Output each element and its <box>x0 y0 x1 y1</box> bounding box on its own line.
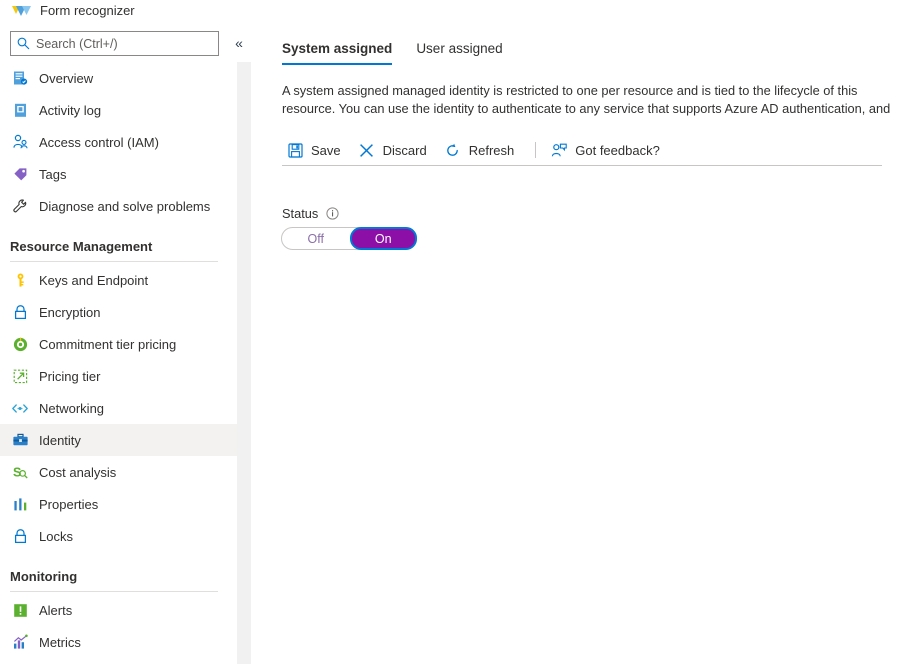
status-toggle[interactable]: Off On <box>281 227 417 250</box>
refresh-button[interactable]: Refresh <box>440 138 524 162</box>
resource-header: Form recognizer <box>0 0 237 20</box>
status-label-row: Status <box>282 206 339 221</box>
search-icon <box>17 37 30 50</box>
tags-icon <box>10 164 30 184</box>
discard-button[interactable]: Discard <box>354 138 436 162</box>
sidebar-item-label: Activity log <box>39 103 101 118</box>
sidebar-scrollbar-track[interactable] <box>237 62 251 664</box>
alerts-icon <box>10 600 30 620</box>
sidebar-item-label: Alerts <box>39 603 72 618</box>
toolbar-divider <box>282 165 882 166</box>
sidebar-section-divider <box>10 591 218 592</box>
sidebar-section-monitoring: Monitoring <box>0 552 237 586</box>
networking-icon <box>10 398 30 418</box>
sidebar-item-activity-log[interactable]: Activity log <box>0 94 237 126</box>
got-feedback-button[interactable]: Got feedback? <box>546 138 669 162</box>
form-recognizer-icon <box>8 0 34 20</box>
save-button[interactable]: Save <box>282 138 350 162</box>
search-input[interactable] <box>36 37 206 51</box>
status-label: Status <box>282 206 318 221</box>
main-content: System assigned User assigned A system as… <box>251 0 902 664</box>
chevron-double-left-icon: « <box>235 36 243 50</box>
sidebar-item-keys-and-endpoint[interactable]: Keys and Endpoint <box>0 264 237 296</box>
access-control-icon <box>10 132 30 152</box>
sidebar-item-label: Tags <box>39 167 66 182</box>
refresh-icon <box>444 141 462 159</box>
resource-sidebar: Form recognizer « Overview Activity log Ac… <box>0 0 251 664</box>
sidebar-item-cost-analysis[interactable]: S Cost analysis <box>0 456 237 488</box>
cost-analysis-icon: S <box>10 462 30 482</box>
sidebar-item-label: Metrics <box>39 635 81 650</box>
sidebar-section-label: Resource Management <box>10 239 152 254</box>
sidebar-item-metrics[interactable]: Metrics <box>0 626 237 658</box>
sidebar-item-commitment-tier-pricing[interactable]: Commitment tier pricing <box>0 328 237 360</box>
sidebar-item-label: Properties <box>39 497 98 512</box>
overview-icon <box>10 68 30 88</box>
sidebar-item-tags[interactable]: Tags <box>0 158 237 190</box>
tab-user-assigned[interactable]: User assigned <box>416 41 502 65</box>
sidebar-item-label: Cost analysis <box>39 465 116 480</box>
sidebar-item-networking[interactable]: Networking <box>0 392 237 424</box>
command-toolbar: Save Discard Refresh <box>282 138 673 162</box>
search-container <box>10 31 219 56</box>
azure-portal-identity-blade: Form recognizer « Overview Activity log Ac… <box>0 0 902 664</box>
description-text: A system assigned managed identity is re… <box>282 82 902 120</box>
tab-system-assigned[interactable]: System assigned <box>282 41 392 65</box>
sidebar-item-label: Access control (IAM) <box>39 135 159 150</box>
close-icon <box>358 141 376 159</box>
info-icon[interactable] <box>326 207 339 220</box>
sidebar-section-resource-management: Resource Management <box>0 222 237 256</box>
status-toggle-off[interactable]: Off <box>282 228 350 249</box>
save-icon <box>286 141 304 159</box>
properties-icon <box>10 494 30 514</box>
activity-log-icon <box>10 100 30 120</box>
locks-icon <box>10 526 30 546</box>
sidebar-item-pricing-tier[interactable]: Pricing tier <box>0 360 237 392</box>
identity-icon <box>10 430 30 450</box>
description-after: . <box>765 119 769 120</box>
metrics-icon <box>10 632 30 652</box>
sidebar-item-label: Pricing tier <box>39 369 100 384</box>
sidebar-item-identity[interactable]: Identity <box>0 424 237 456</box>
sidebar-item-label: Diagnose and solve problems <box>39 199 210 214</box>
sidebar-item-diagnose-and-solve-problems[interactable]: Diagnose and solve problems <box>0 190 237 222</box>
lock-icon <box>10 302 30 322</box>
sidebar-item-label: Keys and Endpoint <box>39 273 148 288</box>
sidebar-section-divider <box>10 261 218 262</box>
sidebar-item-overview[interactable]: Overview <box>0 62 237 94</box>
sidebar-item-label: Commitment tier pricing <box>39 337 176 352</box>
learn-more-link[interactable]: Learn more about Managed identities <box>553 119 765 120</box>
sidebar-item-encryption[interactable]: Encryption <box>0 296 237 328</box>
status-toggle-on[interactable]: On <box>350 227 418 250</box>
sidebar-item-label: Encryption <box>39 305 100 320</box>
description-before: A system assigned managed identity is re… <box>282 83 890 120</box>
sidebar-item-locks[interactable]: Locks <box>0 520 237 552</box>
sidebar-nav: Overview Activity log Access control (IAM)… <box>0 62 237 664</box>
sidebar-item-access-control-iam[interactable]: Access control (IAM) <box>0 126 237 158</box>
sidebar-item-label: Locks <box>39 529 73 544</box>
collapse-sidebar-button[interactable]: « <box>230 33 248 53</box>
search-box[interactable] <box>10 31 219 56</box>
commitment-tier-icon <box>10 334 30 354</box>
diagnose-icon <box>10 196 30 216</box>
feedback-label: Got feedback? <box>575 143 660 158</box>
sidebar-item-label: Networking <box>39 401 104 416</box>
sidebar-item-label: Identity <box>39 433 81 448</box>
sidebar-item-properties[interactable]: Properties <box>0 488 237 520</box>
discard-label: Discard <box>383 143 427 158</box>
toolbar-separator <box>535 142 536 158</box>
resource-title: Form recognizer <box>40 3 135 18</box>
refresh-label: Refresh <box>469 143 515 158</box>
identity-tabs: System assigned User assigned <box>282 41 527 65</box>
save-label: Save <box>311 143 341 158</box>
key-icon <box>10 270 30 290</box>
pricing-tier-icon <box>10 366 30 386</box>
sidebar-item-alerts[interactable]: Alerts <box>0 594 237 626</box>
sidebar-section-label: Monitoring <box>10 569 77 584</box>
feedback-person-icon <box>550 141 568 159</box>
sidebar-item-label: Overview <box>39 71 93 86</box>
